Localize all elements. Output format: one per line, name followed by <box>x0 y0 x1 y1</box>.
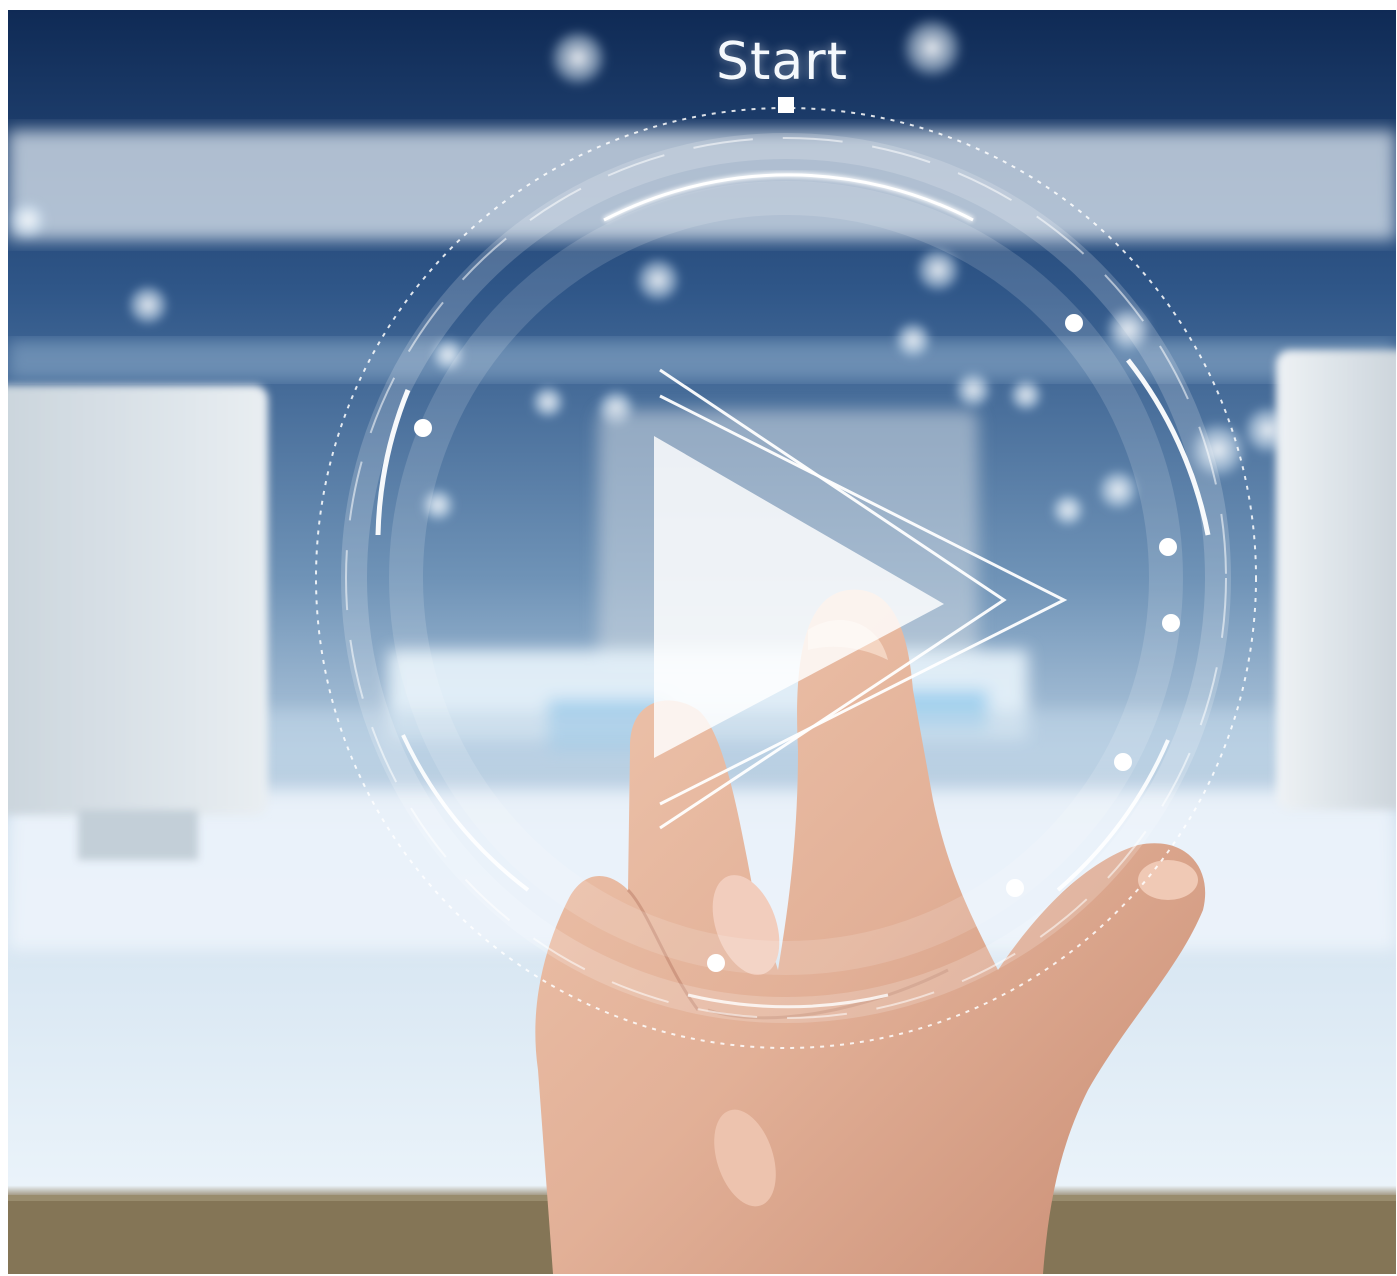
start-label: Start <box>715 32 849 92</box>
photo-frame: Start <box>8 10 1396 1274</box>
play-icon[interactable] <box>304 98 1264 1058</box>
